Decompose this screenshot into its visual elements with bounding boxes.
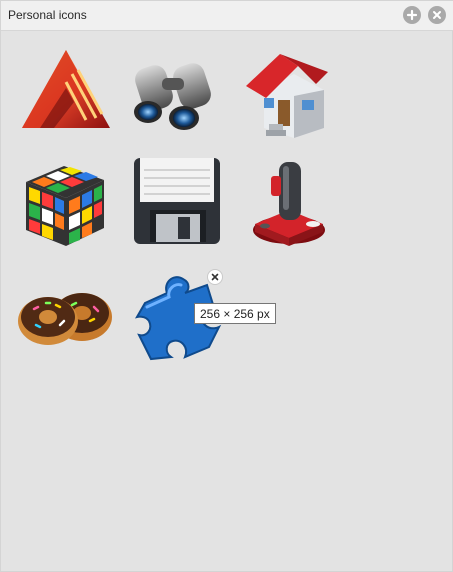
icon-tile-donuts[interactable] bbox=[16, 259, 116, 359]
icon-tile-house[interactable] bbox=[236, 44, 336, 144]
plus-icon bbox=[406, 9, 418, 21]
floppy-disk-icon bbox=[134, 158, 220, 244]
icon-tile-floppy-disk[interactable] bbox=[126, 154, 226, 254]
close-panel-button[interactable] bbox=[428, 6, 446, 24]
icon-tile-joystick[interactable] bbox=[241, 154, 341, 254]
affinity-publisher-app-icon bbox=[22, 50, 110, 128]
donuts-icon bbox=[18, 293, 112, 345]
icon-tile-binoculars[interactable] bbox=[124, 44, 224, 144]
panel-title: Personal icons bbox=[8, 8, 87, 22]
rubiks-cube-icon bbox=[26, 166, 104, 246]
close-icon bbox=[433, 11, 441, 19]
add-icon-button[interactable] bbox=[403, 6, 421, 24]
icon-tile-rubiks-cube[interactable] bbox=[16, 156, 116, 256]
house-icon bbox=[246, 54, 328, 138]
panel-titlebar: Personal icons bbox=[1, 1, 453, 31]
binoculars-icon bbox=[134, 63, 211, 130]
icons-panel: Personal icons 256 × 256 px bbox=[0, 0, 453, 572]
icon-tile-affinity[interactable] bbox=[16, 44, 116, 144]
icon-size-tooltip: 256 × 256 px bbox=[194, 303, 276, 324]
close-icon bbox=[211, 273, 219, 281]
remove-icon-button[interactable] bbox=[207, 269, 223, 285]
joystick-icon bbox=[253, 162, 325, 246]
